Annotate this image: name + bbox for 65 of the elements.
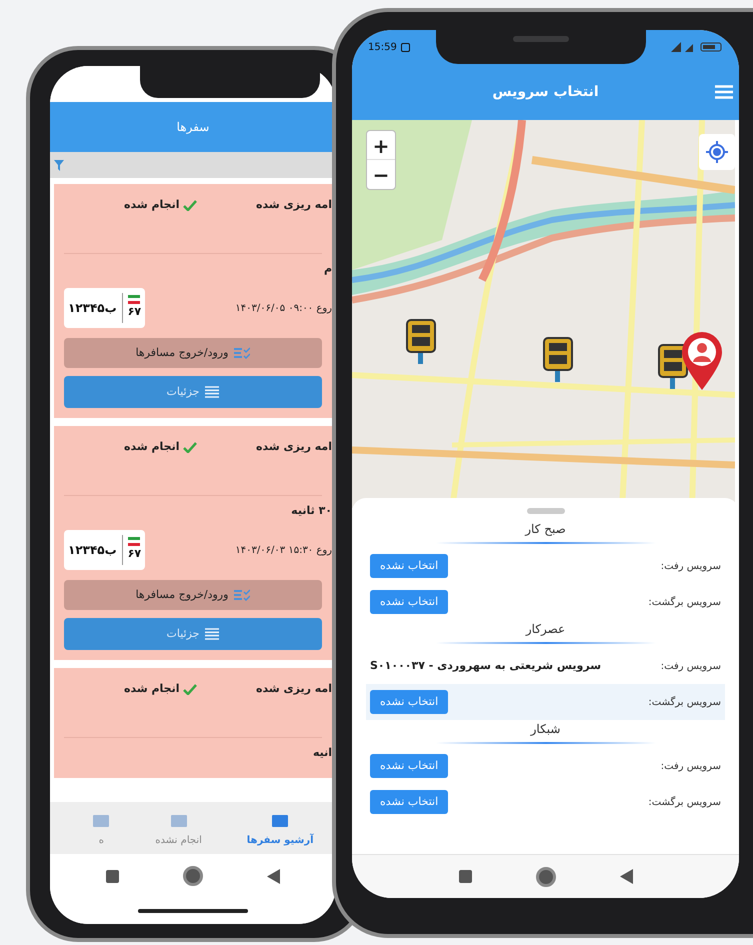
plate-region: ۶۷ — [128, 546, 142, 562]
select-service-button[interactable]: انتخاب نشده — [370, 554, 448, 578]
notification-icon — [400, 42, 410, 52]
service-label: سرویس رفت: — [660, 660, 721, 674]
zoom-out-button[interactable]: − — [367, 160, 395, 189]
zoom-in-button[interactable]: + — [367, 131, 395, 160]
select-service-button[interactable]: انتخاب نشده — [370, 590, 448, 614]
plate-region: ۶۷ — [128, 304, 142, 320]
plate-number: ۱۲ب۳۴۵ — [68, 542, 117, 559]
select-service-button[interactable]: انتخاب نشده — [370, 790, 448, 814]
nav-tab[interactable]: آرشیو سفرها — [246, 813, 314, 848]
nav-tab[interactable]: ه — [92, 813, 110, 848]
shift-title: صبح کار — [525, 521, 566, 538]
plan-status: امه ریزی شده — [256, 438, 332, 455]
details-button[interactable]: جزئیات — [64, 618, 322, 650]
map-drawing[interactable] — [352, 120, 735, 508]
service-label: سرویس رفت: — [660, 560, 721, 574]
checklist-icon — [234, 589, 250, 601]
nav-tab[interactable]: انجام نشده — [155, 813, 202, 848]
recent-apps-icon[interactable] — [106, 870, 119, 882]
shift-title: شبکار — [530, 721, 560, 738]
plate-number: ۱۲ب۳۴۵ — [68, 300, 117, 317]
service-label: سرویس برگشت: — [648, 795, 721, 810]
details-button[interactable]: جزئیات — [64, 376, 322, 408]
done-status: انجام شده — [124, 680, 180, 697]
check-icon — [182, 200, 197, 210]
service-label: سرویس برگشت: — [648, 595, 721, 610]
select-service-button[interactable]: انتخاب نشده — [370, 690, 448, 714]
filter-icon[interactable] — [54, 160, 64, 170]
screen-title: سفرها — [176, 119, 210, 136]
sheet-handle[interactable] — [526, 508, 564, 514]
locate-button[interactable] — [699, 134, 735, 170]
passengers-button[interactable]: ورود/خروج مسافرها — [64, 338, 322, 368]
passengers-button[interactable]: ورود/خروج مسافرها — [64, 580, 322, 610]
status-time: 15:59 — [368, 40, 397, 54]
list-icon — [205, 628, 220, 640]
recent-apps-icon[interactable] — [458, 870, 472, 883]
trip-name: م — [324, 260, 332, 277]
location-target-icon — [706, 141, 728, 163]
select-service-button[interactable]: انتخاب نشده — [370, 754, 448, 778]
menu-icon[interactable] — [715, 85, 733, 99]
trip-name: انیه — [312, 744, 332, 761]
done-status: انجام شده — [124, 196, 180, 213]
service-name: سرویس شریعتی به سهروردی - S۰۱۰۰۰۳۷ — [370, 658, 602, 674]
service-label: سرویس برگشت: — [648, 695, 721, 710]
trip-datetime: روع ۱۵:۳۰ ۱۴۰۳/۰۶/۰۳ — [235, 544, 332, 558]
list-icon — [205, 386, 220, 398]
service-label: سرویس رفت: — [660, 760, 721, 774]
check-icon — [182, 684, 197, 694]
check-icon — [182, 442, 197, 452]
flag-icon — [128, 295, 140, 304]
plan-status: امه ریزی شده — [256, 680, 332, 697]
home-icon[interactable] — [183, 866, 203, 886]
flag-icon — [128, 537, 140, 546]
signal-battery-icon — [671, 42, 723, 52]
back-icon[interactable] — [620, 869, 632, 884]
home-icon[interactable] — [536, 866, 556, 886]
checklist-icon — [234, 347, 250, 359]
done-status: انجام شده — [124, 438, 180, 455]
plan-status: امه ریزی شده — [256, 196, 332, 213]
screen-title: انتخاب سرویس — [492, 82, 599, 102]
trip-datetime: روع ۰۹:۰۰ ۱۴۰۳/۰۶/۰۵ — [235, 302, 332, 316]
back-icon[interactable] — [267, 868, 280, 884]
shift-title: عصرکار — [526, 621, 566, 638]
trip-name: ۳۰ ثانیه — [291, 502, 332, 519]
